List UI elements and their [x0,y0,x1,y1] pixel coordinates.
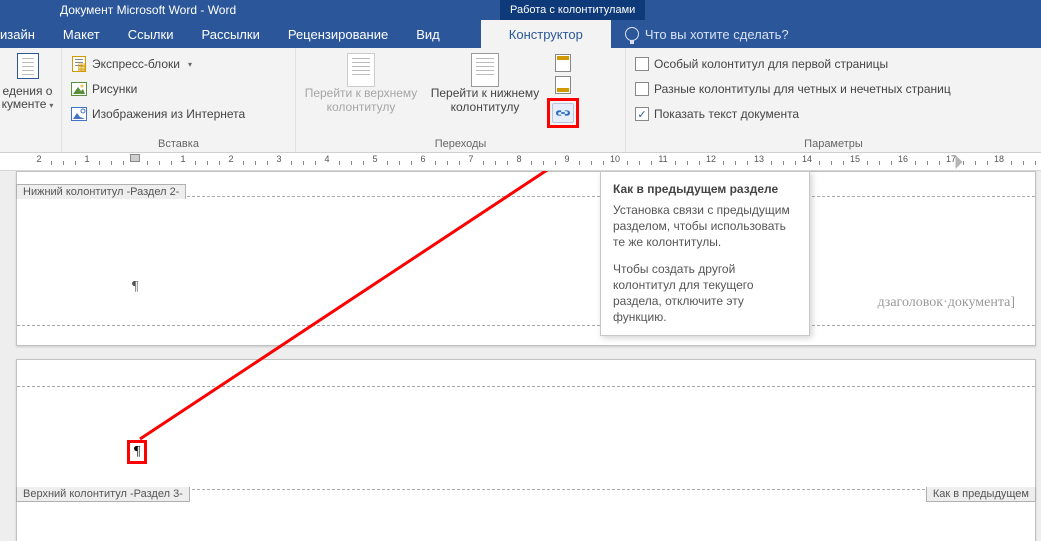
tab-view[interactable]: Вид [402,20,454,48]
ruler-label: 13 [754,154,764,164]
goto-header-button: Перейти к верхнему колонтитулу [302,51,420,115]
chevron-down-icon: ▾ [188,60,192,69]
ribbon-tabs: изайн Макет Ссылки Рассылки Рецензирован… [0,20,1041,48]
ruler-label: 2 [36,154,41,164]
horizontal-ruler[interactable]: 2112345678910111213141516171819 [0,153,1041,171]
ruler-label: 15 [850,154,860,164]
quick-parts-icon: ▦ [71,56,87,72]
ruler-label: 7 [468,154,473,164]
title-bar: Документ Microsoft Word - Word Работа с … [0,0,1041,20]
document-canvas: Нижний колонтитул -Раздел 2- ¶ дзаголово… [0,171,1041,541]
ruler-label: 11 [658,154,667,164]
tell-me-search[interactable]: Что вы хотите сделать? [611,20,789,48]
tab-layout[interactable]: Макет [49,20,114,48]
page-section3: Верхний колонтитул -Раздел 3- Как в пред… [16,359,1036,541]
ruler-label: 6 [420,154,425,164]
tooltip-link-to-previous: Как в предыдущем разделе Установка связи… [600,171,810,336]
page-section2: Нижний колонтитул -Раздел 2- ¶ дзаголово… [16,171,1036,346]
group-label-insert: Вставка [68,136,289,152]
header-region-section3[interactable]: Верхний колонтитул -Раздел 3- Как в пред… [17,386,1035,490]
goto-header-icon [344,53,378,87]
online-picture-icon [71,106,87,122]
ruler-label: 9 [564,154,569,164]
contextual-tab-header: Работа с колонтитулами [500,0,645,20]
checkbox-checked: ✓ [635,107,649,121]
ruler-label: 1 [84,154,89,164]
checkbox-unchecked [635,82,649,96]
ruler-label: 8 [516,154,521,164]
different-first-page-checkbox[interactable]: Особый колонтитул для первой страницы [632,53,954,75]
prev-section-icon[interactable] [555,54,571,72]
ruler-label: 12 [706,154,716,164]
tell-me-placeholder: Что вы хотите сделать? [645,27,789,42]
ruler-label: 3 [276,154,281,164]
tab-mailings[interactable]: Рассылки [187,20,273,48]
annotation-highlight-link-previous [547,98,579,128]
group-insert: ▦ Экспресс-блоки ▾ Рисунки Изображения и… [62,48,296,152]
checkbox-unchecked [635,57,649,71]
ruler-label: 14 [802,154,812,164]
right-indent-marker[interactable] [956,155,963,169]
footer-tag-section2: Нижний колонтитул -Раздел 2- [16,184,186,199]
tooltip-paragraph: Установка связи с предыдущим разделом, ч… [613,202,797,251]
picture-icon [71,81,87,97]
group-navigation: Перейти к верхнему колонтитулу Перейти к… [296,48,626,152]
ruler-label: 18 [994,154,1004,164]
chevron-down-icon: ▾ [49,101,53,110]
ribbon: едения о кументе▾ ▦ Экспресс-блоки ▾ Рис… [0,48,1041,153]
ruler-label: 16 [898,154,908,164]
ruler-label: 1 [180,154,185,164]
tooltip-title: Как в предыдущем разделе [613,182,797,196]
document-subtitle-field[interactable]: дзаголовок·документа] [878,295,1015,311]
ruler-label: 2 [228,154,233,164]
tab-constructor[interactable]: Конструктор [481,20,611,48]
online-pictures-button[interactable]: Изображения из Интернета [68,103,248,125]
ruler-label: 5 [372,154,377,164]
pilcrow-mark[interactable]: ¶ [132,279,138,295]
tab-review[interactable]: Рецензирование [274,20,402,48]
group-label-options: Параметры [632,136,1035,152]
quick-parts-button[interactable]: ▦ Экспресс-блоки ▾ [68,53,248,75]
group-docinfo: едения о кументе▾ [0,48,62,152]
link-to-previous-button[interactable] [552,103,574,123]
next-section-icon[interactable] [555,76,571,94]
tab-design[interactable]: изайн [0,20,49,48]
nav-mini-column [550,51,576,128]
show-document-text-checkbox[interactable]: ✓ Показать текст документа [632,103,954,125]
pictures-button[interactable]: Рисунки [68,78,248,100]
ruler-label: 4 [324,154,329,164]
indent-marker[interactable] [130,154,140,162]
contextual-tab-label: Работа с колонтитулами [510,4,635,16]
doc-info-icon [17,53,39,79]
link-to-previous-tag: Как в предыдущем [926,487,1036,502]
goto-footer-button[interactable]: Перейти к нижнему колонтитулу [426,51,544,115]
group-label-navigation: Переходы [302,136,619,152]
footer-region-section2[interactable]: Нижний колонтитул -Раздел 2- ¶ дзаголово… [17,196,1035,326]
tooltip-paragraph: Чтобы создать другой колонтитул для теку… [613,261,797,326]
header-tag-section3: Верхний колонтитул -Раздел 3- [16,487,190,502]
lightbulb-icon [625,27,639,41]
ruler-label: 17 [946,154,956,164]
group-options: Особый колонтитул для первой страницы Ра… [626,48,1041,152]
tab-references[interactable]: Ссылки [114,20,188,48]
different-odd-even-checkbox[interactable]: Разные колонтитулы для четных и нечетных… [632,78,954,100]
pilcrow-mark[interactable]: ¶ [134,444,140,459]
annotation-highlight-pilcrow: ¶ [127,440,147,464]
goto-footer-icon [468,53,502,87]
ruler-label: 10 [610,154,620,164]
window-title: Документ Microsoft Word - Word [60,3,236,17]
